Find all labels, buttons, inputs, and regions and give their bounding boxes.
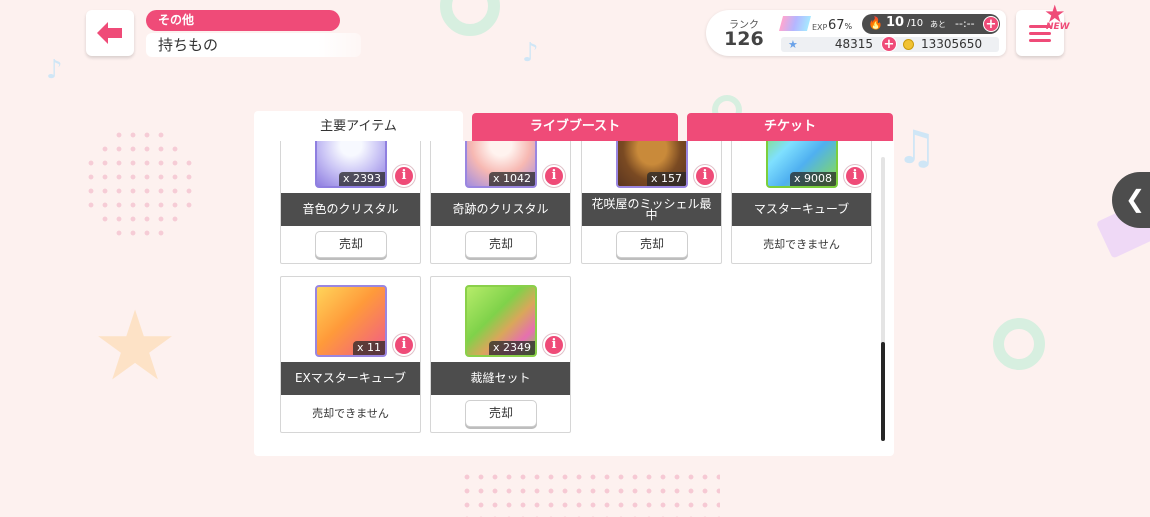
item-card: x 2349 i 裁縫セット 売却 (430, 276, 571, 433)
sell-button[interactable]: 売却 (465, 400, 537, 427)
arrow-left-icon (97, 22, 122, 44)
stamina-add-button[interactable]: + (983, 16, 999, 32)
item-card: x 1042 i 奇跡のクリスタル 売却 (430, 141, 571, 264)
page-title: 持ちもの (146, 33, 361, 57)
not-sellable-label: 売却できません (763, 238, 840, 251)
info-icon[interactable]: i (543, 334, 565, 356)
item-quantity: x 2349 (488, 341, 535, 355)
ex-master-cube-icon[interactable]: x 11 (315, 285, 387, 357)
item-grid[interactable]: x 2393 i 音色のクリスタル 売却 x 1042 i 奇跡のクリスタル 売… (254, 141, 884, 456)
crystal-pink-icon[interactable]: x 1042 (465, 141, 537, 188)
rank-value: 126 (724, 28, 764, 50)
bg-star-icon: ★ (92, 290, 179, 402)
info-icon[interactable]: i (393, 165, 415, 187)
item-card: x 11 i EXマスターキューブ 売却できません (280, 276, 421, 433)
back-button[interactable] (86, 10, 134, 56)
currency-row: ★ 48315 + 13305650 (781, 36, 999, 52)
star-gem-icon: ★ (788, 38, 798, 51)
item-list-panel: x 2393 i 音色のクリスタル 売却 x 1042 i 奇跡のクリスタル 売… (254, 141, 894, 456)
coin-count: 13305650 (921, 37, 983, 51)
item-name: 花咲屋のミッシェル最中 (582, 193, 721, 226)
not-sellable-label: 売却できません (312, 407, 389, 420)
bg-dots-bottom (460, 470, 720, 517)
new-badge: ★ NEW (1044, 0, 1070, 32)
player-status-panel: ランク 126 EXP 67% 🔥 10 /10 あと --:-- + ★ 48… (706, 10, 1006, 56)
stamina-timer: --:-- (955, 17, 975, 30)
stamina-next-label: あと (930, 20, 946, 29)
bg-note-icon: ♪ (46, 55, 63, 85)
item-name: EXマスターキューブ (281, 362, 420, 395)
item-card: x 157 i 花咲屋のミッシェル最中 売却 (581, 141, 722, 264)
item-quantity: x 1042 (488, 172, 535, 186)
master-cube-icon[interactable]: x 9008 (766, 141, 838, 188)
info-icon[interactable]: i (694, 165, 716, 187)
info-icon[interactable]: i (393, 334, 415, 356)
sell-button[interactable]: 売却 (465, 231, 537, 258)
item-name: 音色のクリスタル (281, 193, 420, 226)
gem-count: 48315 (834, 37, 873, 51)
side-panel-toggle[interactable]: ❮ (1112, 172, 1150, 228)
item-name: 裁縫セット (431, 362, 570, 395)
item-quantity: x 9008 (789, 172, 836, 186)
stamina-current: 10 (886, 15, 905, 30)
item-quantity: x 2393 (338, 172, 385, 186)
exp-label: EXP (812, 23, 828, 32)
bg-ring-top (440, 0, 500, 36)
scrollbar-thumb[interactable] (881, 342, 885, 441)
bg-note-icon: ♫ (896, 120, 938, 174)
breadcrumb-category: その他 (146, 10, 340, 31)
tab-live-boost[interactable]: ライブブースト (472, 113, 678, 141)
sewing-kit-icon[interactable]: x 2349 (465, 285, 537, 357)
crystal-blue-icon[interactable]: x 2393 (315, 141, 387, 188)
gem-add-button[interactable]: + (881, 36, 897, 52)
item-card: x 2393 i 音色のクリスタル 売却 (280, 141, 421, 264)
stamina-display: 🔥 10 /10 あと --:-- (862, 14, 1000, 34)
item-card: x 9008 i マスターキューブ 売却できません (731, 141, 872, 264)
coin-icon (903, 39, 914, 50)
tab-main-items[interactable]: 主要アイテム (254, 111, 463, 143)
item-quantity: x 157 (646, 172, 686, 186)
item-name: マスターキューブ (732, 193, 871, 226)
item-name: 奇跡のクリスタル (431, 193, 570, 226)
bg-dots-left (84, 128, 196, 240)
flame-icon: 🔥 (868, 16, 883, 30)
stamina-max: /10 (907, 18, 924, 29)
bg-ring-right (993, 318, 1045, 370)
exp-value: 67% (828, 18, 853, 33)
monaka-snack-icon[interactable]: x 157 (616, 141, 688, 188)
chevron-left-icon: ❮ (1124, 185, 1146, 213)
bg-note-icon: ♪ (522, 38, 539, 68)
sell-button[interactable]: 売却 (315, 231, 387, 258)
item-quantity: x 11 (352, 341, 385, 355)
info-icon[interactable]: i (543, 165, 565, 187)
tab-tickets[interactable]: チケット (687, 113, 893, 141)
sell-button[interactable]: 売却 (616, 231, 688, 258)
info-icon[interactable]: i (844, 165, 866, 187)
breadcrumb: その他 持ちもの (146, 10, 361, 57)
exp-gauge-icon (778, 16, 812, 31)
